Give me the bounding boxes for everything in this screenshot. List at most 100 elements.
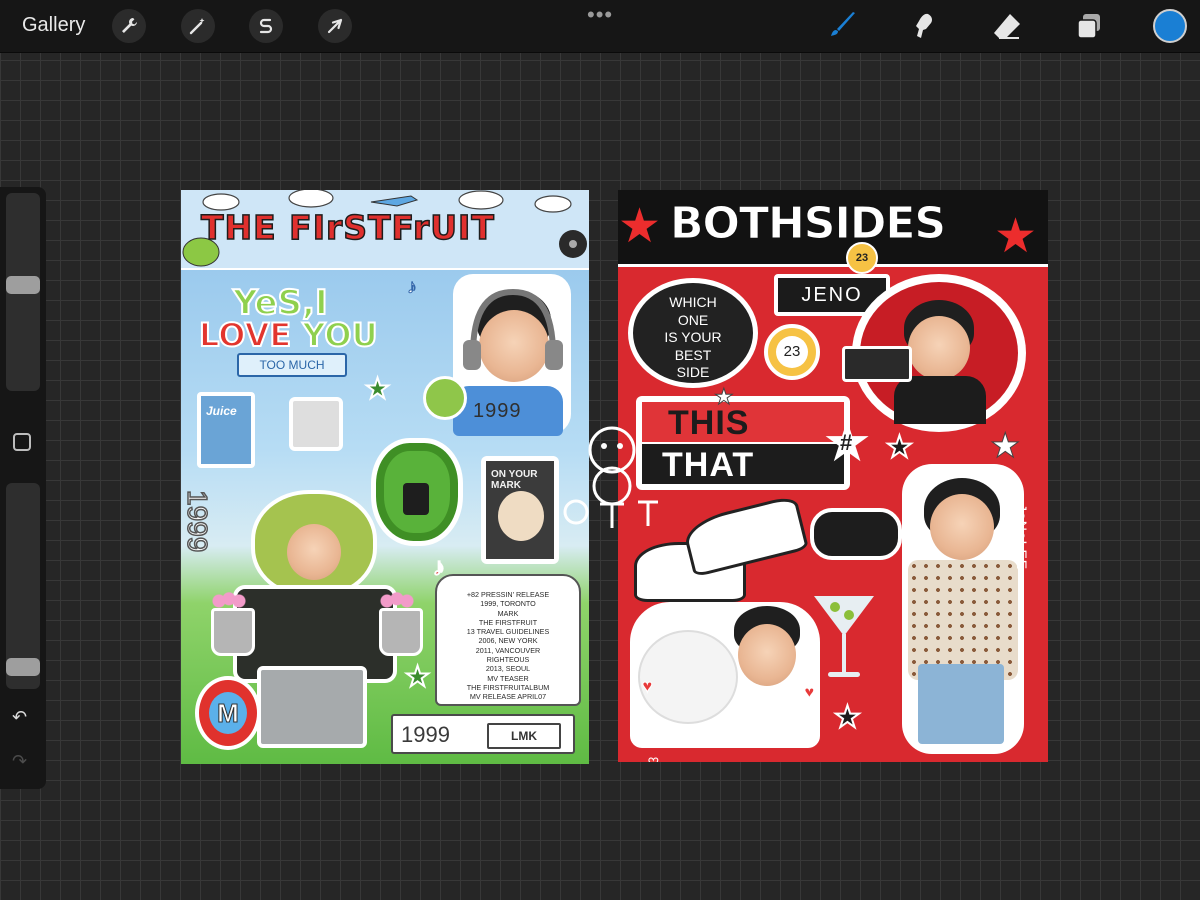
tshirt-line: 2013, SEOUL: [485, 664, 531, 674]
red-star-icon: ★: [618, 200, 662, 253]
music-note-icon: ♪: [407, 276, 418, 299]
white-dog-icon: [638, 630, 738, 724]
transform-button[interactable]: [318, 9, 352, 43]
red-star-icon: ★: [994, 210, 1038, 263]
selection-s-icon: [259, 18, 273, 34]
olive-icon: [844, 610, 854, 620]
smudge-icon: [916, 13, 932, 39]
sheet2-title: BOTHSIDES: [669, 198, 946, 250]
sheet1-header: THE FIrSTFrUIT: [181, 190, 589, 270]
black-cloud-sticker: [810, 508, 902, 560]
tag-year: 1999: [401, 722, 450, 747]
vertical-name-label: JoNoLEE: [1014, 504, 1030, 571]
sticker-sheet-firstfruit[interactable]: THE FIrSTFrUIT YeS,I LOVE YOU TOO MUCH 1…: [181, 190, 589, 764]
juice-label: Juice: [206, 404, 237, 418]
m-badge-sticker: M: [195, 676, 261, 750]
mark-card-inner: ON YOUR MARK: [486, 461, 554, 559]
that-text: THAT: [662, 446, 755, 484]
tshirt-line: 1999, TORONTO: [480, 599, 536, 609]
this-that-sticker: THIS THAT: [636, 396, 850, 490]
eraser-button[interactable]: [990, 9, 1024, 43]
color-picker-button[interactable]: [1153, 9, 1187, 43]
heart-icon: ♥: [642, 676, 654, 697]
white-star-icon: ★: [989, 427, 1021, 466]
martini-stem: [842, 634, 846, 674]
sticker-sheet-bothsides[interactable]: ★ ★ BOTHSIDES 23 WHICH ONE IS YOUR BEST SIDE…: [618, 190, 1048, 762]
boy-face: [930, 494, 994, 560]
apple-hood-kid-sticker: [251, 490, 377, 598]
m-letter: M: [209, 692, 247, 734]
gallery-button[interactable]: Gallery: [22, 14, 85, 37]
tshirt-line: 2006, NEW YORK: [478, 636, 538, 646]
which-line: BEST: [674, 346, 712, 363]
heart-icon: ♥: [648, 752, 660, 763]
green-apple-sticker: [423, 376, 467, 420]
wrench-icon: [122, 18, 137, 33]
music-note-icon: ♪: [432, 553, 446, 582]
which-line: SIDE: [676, 364, 710, 380]
more-options-button[interactable]: •••: [587, 2, 613, 28]
kid-pants: [257, 666, 367, 748]
love-you-sticker: LOVE YOU: [198, 315, 379, 355]
brush-size-thumb[interactable]: [6, 276, 40, 294]
bear-icon: [498, 491, 544, 541]
tshirt-line: +82 PRESSIN' RELEASE: [466, 590, 550, 599]
brush-button[interactable]: [826, 9, 860, 43]
kid-face: [287, 524, 341, 580]
undo-button[interactable]: ↶: [12, 707, 27, 728]
that-block: THAT: [642, 444, 844, 484]
juice-box-sticker: Juice: [197, 392, 255, 468]
tshirt-info-sticker: +82 PRESSIN' RELEASE 1999, TORONTO MARK THE…: [435, 574, 581, 706]
which-line: ONE: [677, 311, 709, 328]
boy-face: [738, 624, 796, 686]
tshirt-line: MV RELEASE APRIL07: [469, 692, 547, 702]
patterned-jacket: [908, 560, 1018, 680]
cd-case-sticker: [289, 397, 343, 451]
on-your-mark-card-sticker: ON YOUR MARK: [481, 456, 559, 564]
actions-button[interactable]: [112, 9, 146, 43]
sheet2-header: ★ ★ BOTHSIDES 23: [618, 190, 1048, 274]
adjustments-button[interactable]: [181, 9, 215, 43]
tshirt-line: 2011, VANCOUVER: [475, 645, 541, 655]
eraser-icon: [994, 14, 1020, 39]
toy-gun-icon: [842, 346, 912, 382]
ball-number: 23: [776, 336, 808, 368]
brush-size-slider[interactable]: [6, 193, 40, 391]
this-text: THIS: [668, 404, 750, 442]
green-star-icon: ★: [404, 660, 431, 693]
which-text: WHICH ONE IS YOUR BEST SIDE: [643, 294, 743, 382]
opacity-slider[interactable]: [6, 483, 40, 689]
smudge-button[interactable]: [906, 9, 940, 43]
boy-with-dog-sticker: [630, 602, 820, 748]
tshirt-line: RIGHTEOUS: [486, 655, 530, 665]
magic-wand-icon: [189, 18, 205, 35]
modify-button[interactable]: [13, 433, 31, 451]
heart-icon: ♥: [804, 682, 816, 703]
number-ball-sticker: 23: [764, 324, 820, 380]
opacity-thumb[interactable]: [6, 658, 40, 676]
tshirt-text: +82 PRESSIN' RELEASE 1999, TORONTO MARK THE…: [443, 590, 573, 702]
monster-mouth: [403, 483, 429, 515]
black-coat: [894, 376, 986, 424]
which-one-badge: WHICH ONE IS YOUR BEST SIDE: [628, 278, 758, 388]
flower-pot-right: [379, 608, 423, 656]
green-star-icon: ★: [364, 372, 391, 405]
white-star-icon: ★: [714, 384, 735, 410]
flower-pot-left: [211, 608, 255, 656]
tshirt-line: THE FIRSTFRUITALBUM: [466, 682, 550, 692]
tshirt-line: MARK: [497, 608, 519, 618]
martini-base: [828, 672, 860, 677]
layers-button[interactable]: [1072, 9, 1106, 43]
mark-card-title: ON YOUR MARK: [491, 469, 538, 491]
black-star-icon: ★: [885, 430, 914, 465]
love-word: LOVE: [198, 315, 292, 355]
redo-button[interactable]: ↷: [12, 751, 27, 772]
year-tag-sticker: 1999 LMK: [391, 714, 575, 754]
which-line: IS YOUR: [664, 329, 722, 345]
layers-icon: [1077, 14, 1100, 39]
boy-patterned-jacket-sticker: [902, 464, 1024, 754]
tshirt-line: THE FIRSTFRUIT: [478, 617, 538, 627]
olive-icon: [830, 602, 840, 612]
selection-button[interactable]: [249, 9, 283, 43]
which-line: WHICH: [669, 294, 717, 310]
